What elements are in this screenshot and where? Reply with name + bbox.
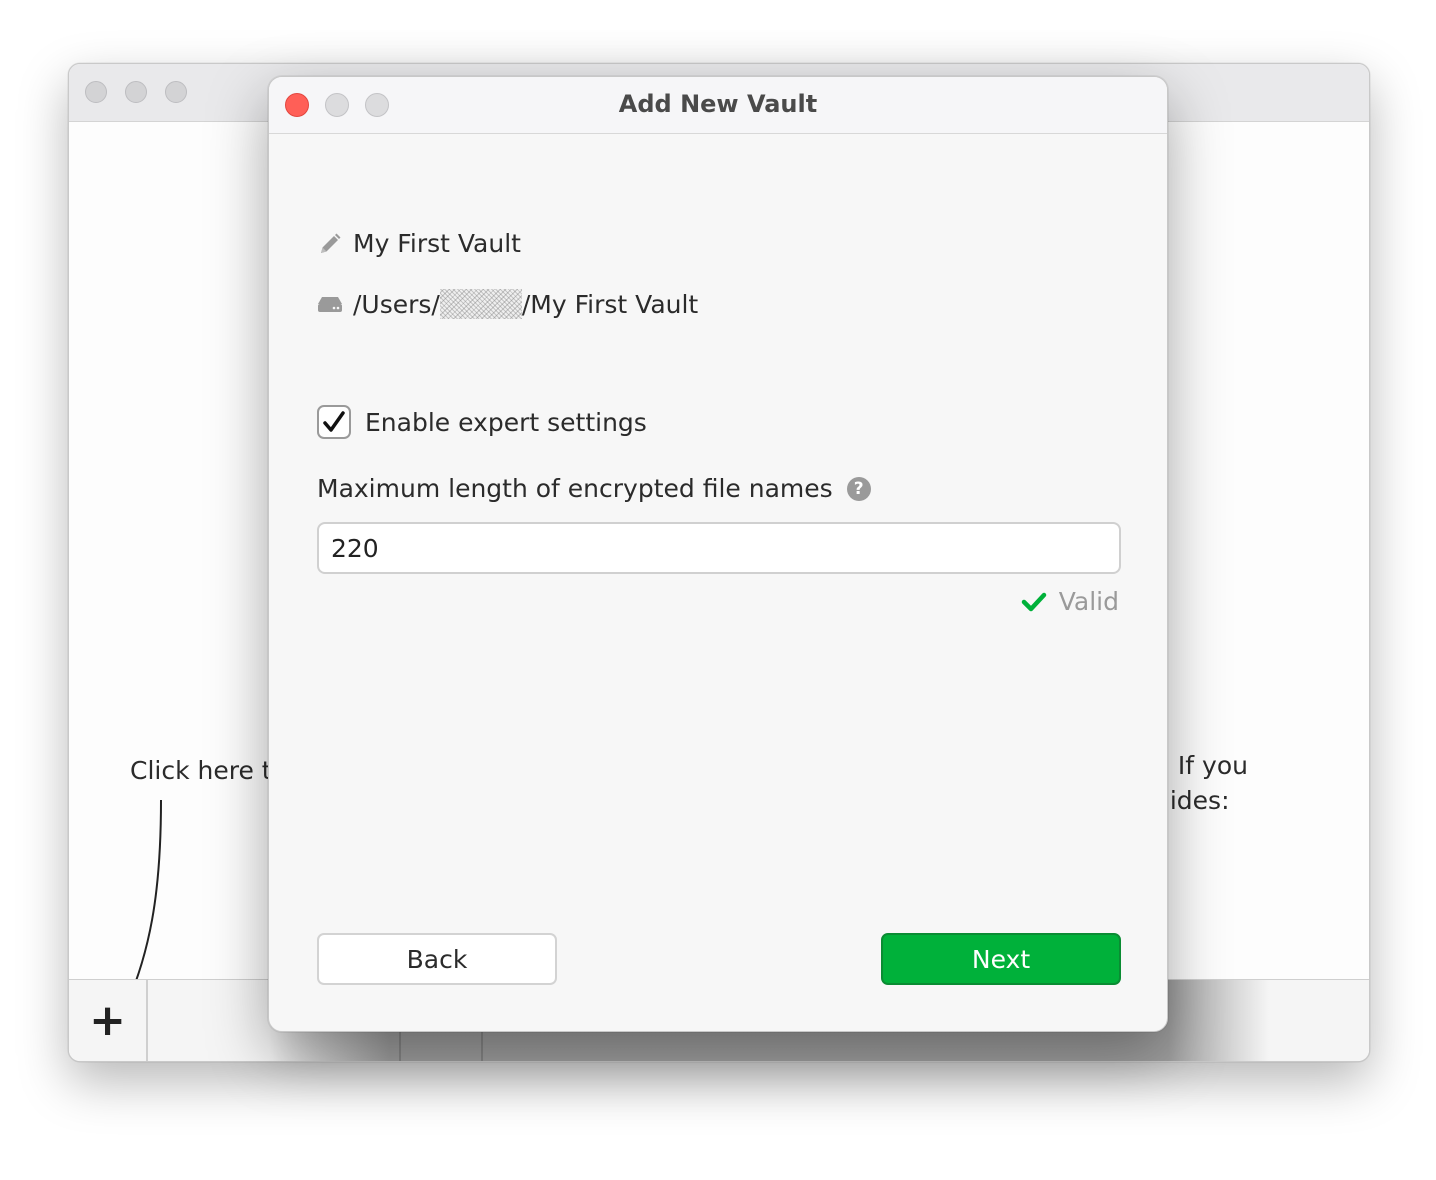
vault-path-prefix: /Users/ [353,289,440,319]
dialog-title: Add New Vault [618,90,818,118]
vault-name-row: My First Vault [317,229,521,258]
add-vault-dialog: Add New Vault My First Vault /Users/ /My … [268,76,1168,1032]
vault-path-row: /Users/ /My First Vault [317,289,698,319]
back-button[interactable]: Back [317,933,557,985]
max-length-label: Maximum length of encrypted file names [317,474,833,503]
main-minimize-button[interactable] [125,81,147,103]
add-vault-button[interactable]: + [69,980,148,1061]
main-close-button[interactable] [85,81,107,103]
pencil-icon [317,232,343,256]
validation-text: Valid [1058,587,1119,616]
main-zoom-button[interactable] [165,81,187,103]
dialog-titlebar: Add New Vault [269,77,1167,134]
max-length-label-row: Maximum length of encrypted file names ? [317,474,871,503]
expert-settings-label: Enable expert settings [365,407,647,437]
vault-name: My First Vault [353,229,521,258]
redacted-username [439,289,522,319]
max-length-input[interactable] [317,522,1121,574]
validation-status: Valid [1021,587,1119,616]
add-vault-hint: Click here to [130,756,287,785]
expert-settings-checkbox[interactable] [317,405,351,439]
check-icon [1021,592,1046,611]
plus-icon: + [89,995,126,1046]
drive-icon [317,294,343,314]
question-circle-icon[interactable]: ? [846,476,871,501]
vault-path-suffix: /My First Vault [521,289,699,319]
checkmark-icon [323,411,345,432]
next-button[interactable]: Next [881,933,1121,985]
expert-settings-row[interactable]: Enable expert settings [317,405,647,439]
